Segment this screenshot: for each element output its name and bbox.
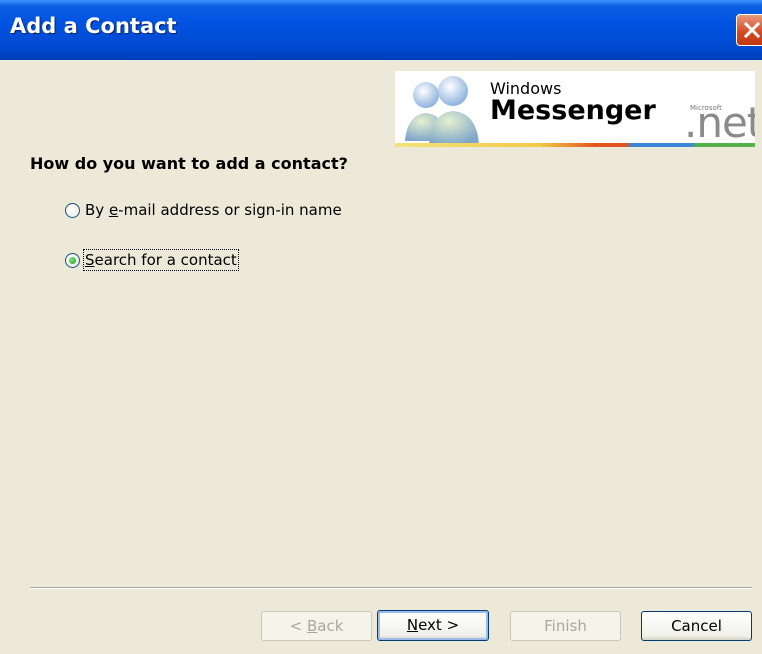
option-email-label: By e-mail address or sign-in name: [85, 201, 342, 219]
cancel-button[interactable]: Cancel: [641, 611, 752, 641]
option-email[interactable]: By e-mail address or sign-in name: [65, 201, 342, 219]
add-contact-dialog: Add a Contact Windows Messenger Microsof…: [0, 0, 762, 654]
button-separator: [30, 587, 752, 589]
email-radio[interactable]: [65, 202, 80, 218]
option-search[interactable]: Search for a contact: [65, 249, 239, 271]
finish-button[interactable]: Finish: [510, 611, 621, 641]
search-radio[interactable]: [65, 252, 80, 268]
windows-messenger-logo: Windows Messenger Microsoft .net: [395, 71, 755, 147]
window-title: Add a Contact: [10, 14, 177, 38]
messenger-buddies-icon: [405, 76, 479, 145]
logo-messenger-text: Messenger: [490, 95, 656, 126]
prompt-heading: How do you want to add a contact?: [30, 154, 348, 173]
title-bar[interactable]: Add a Contact: [0, 0, 762, 60]
logo-net-text: .net: [684, 98, 755, 147]
logo-color-stripe: [395, 143, 755, 147]
option-search-label: Search for a contact: [83, 249, 239, 271]
back-button[interactable]: < Back: [261, 611, 372, 641]
close-icon: [743, 21, 761, 39]
close-button[interactable]: [736, 14, 762, 46]
next-button[interactable]: Next >: [377, 610, 489, 641]
